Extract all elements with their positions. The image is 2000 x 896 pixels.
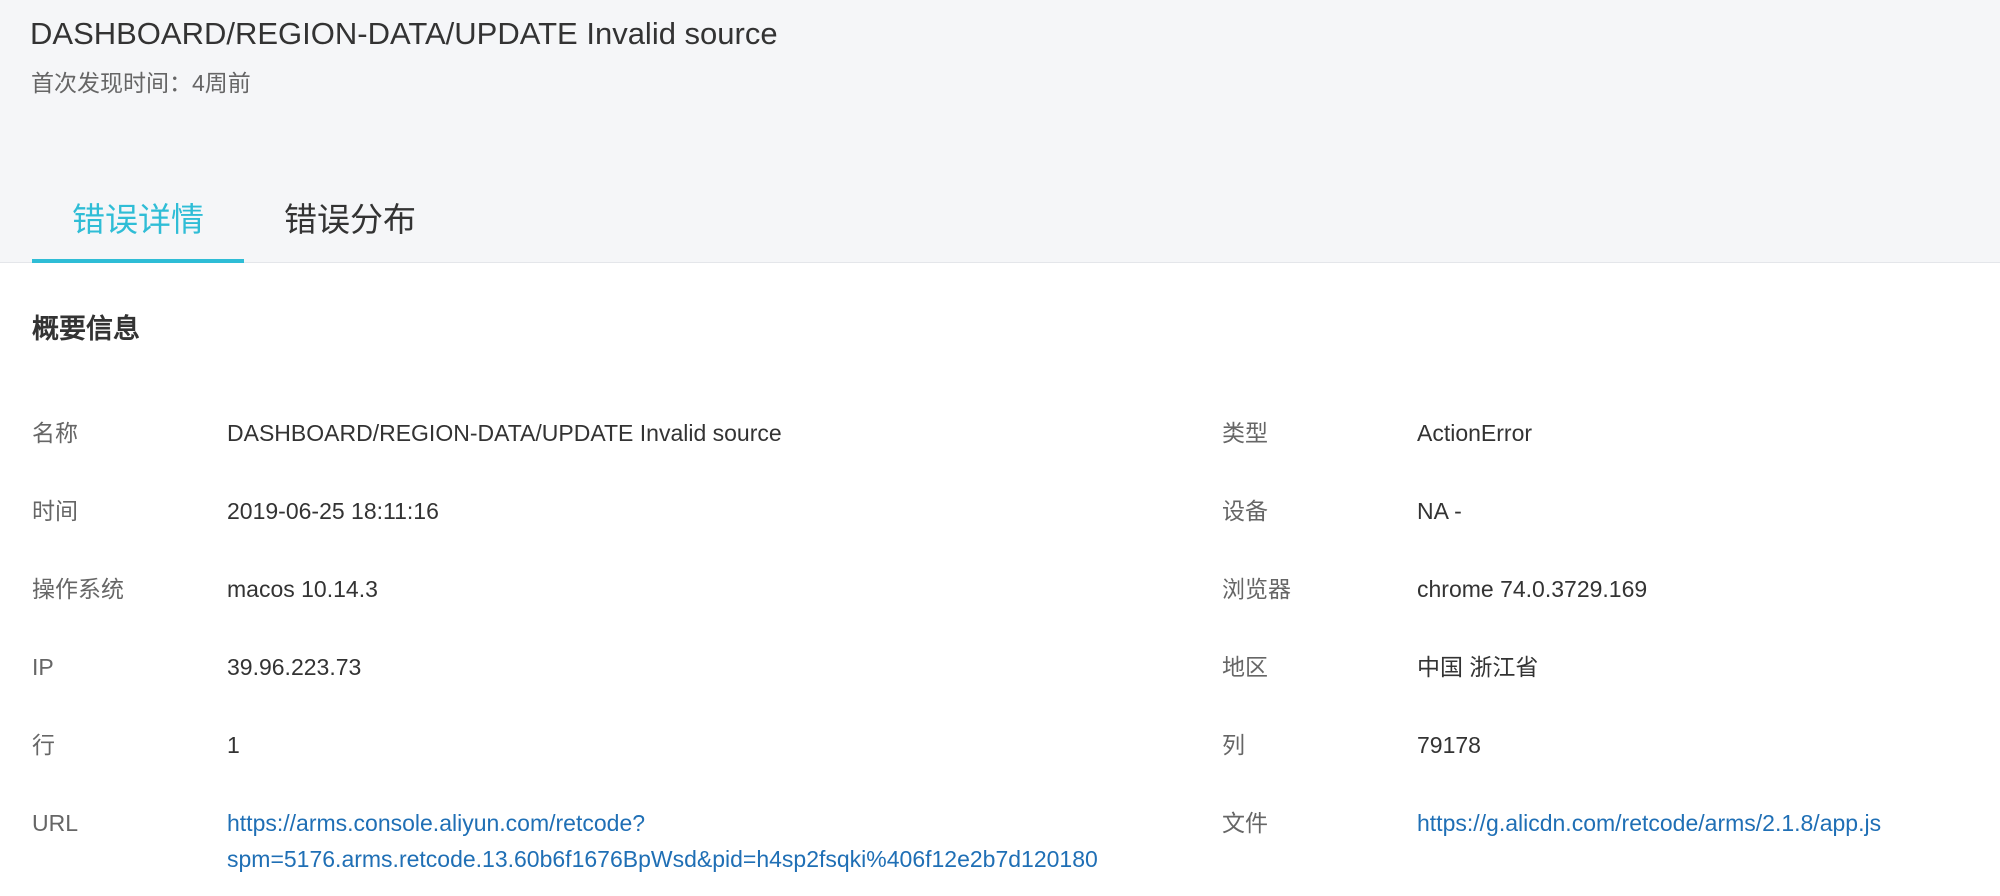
info-row-name: 名称 DASHBOARD/REGION-DATA/UPDATE Invalid … bbox=[0, 415, 2000, 455]
url-line-1: https://arms.console.aliyun.com/retcode? bbox=[227, 810, 646, 836]
label-region: 地区 bbox=[1222, 654, 1268, 680]
url-link[interactable]: https://arms.console.aliyun.com/retcode?… bbox=[227, 805, 1098, 877]
label-type: 类型 bbox=[1222, 420, 1268, 446]
section-title-summary: 概要信息 bbox=[32, 314, 140, 344]
tab-error-details[interactable]: 错误详情 bbox=[32, 185, 244, 263]
tab-error-distribution[interactable]: 错误分布 bbox=[244, 185, 456, 263]
label-line: 行 bbox=[32, 732, 55, 758]
label-time: 时间 bbox=[32, 498, 78, 524]
tab-bar: 错误详情 错误分布 bbox=[32, 185, 456, 263]
label-column: 列 bbox=[1222, 732, 1245, 758]
value-os: macos 10.14.3 bbox=[227, 576, 378, 602]
label-url: URL bbox=[32, 810, 79, 836]
first-seen-time: 首次发现时间：4周前 bbox=[31, 70, 251, 96]
info-row-os: 操作系统 macos 10.14.3 浏览器 chrome 74.0.3729.… bbox=[0, 571, 2000, 611]
label-ip: IP bbox=[32, 654, 54, 680]
page-header: DASHBOARD/REGION-DATA/UPDATE Invalid sou… bbox=[0, 0, 2000, 263]
file-link[interactable]: https://g.alicdn.com/retcode/arms/2.1.8/… bbox=[1417, 805, 1881, 841]
value-browser: chrome 74.0.3729.169 bbox=[1417, 576, 1648, 602]
value-time: 2019-06-25 18:11:16 bbox=[227, 498, 439, 524]
url-line-2: spm=5176.arms.retcode.13.60b6f1676BpWsd&… bbox=[227, 846, 1098, 872]
info-row-ip: IP 39.96.223.73 地区 中国 浙江省 bbox=[0, 649, 2000, 689]
value-column: 79178 bbox=[1417, 732, 1481, 758]
info-row-time: 时间 2019-06-25 18:11:16 设备 NA - bbox=[0, 493, 2000, 533]
label-name: 名称 bbox=[32, 420, 78, 446]
label-device: 设备 bbox=[1222, 498, 1268, 524]
value-type: ActionError bbox=[1417, 420, 1533, 446]
info-row-url: URL https://arms.console.aliyun.com/retc… bbox=[0, 805, 2000, 885]
value-region: 中国 浙江省 bbox=[1417, 654, 1539, 680]
error-title: DASHBOARD/REGION-DATA/UPDATE Invalid sou… bbox=[30, 16, 778, 51]
value-line: 1 bbox=[227, 732, 240, 758]
value-name: DASHBOARD/REGION-DATA/UPDATE Invalid sou… bbox=[227, 420, 782, 446]
label-browser: 浏览器 bbox=[1222, 576, 1291, 602]
value-device: NA - bbox=[1417, 498, 1462, 524]
label-file: 文件 bbox=[1222, 810, 1268, 836]
label-os: 操作系统 bbox=[32, 576, 124, 602]
value-ip: 39.96.223.73 bbox=[227, 654, 362, 680]
info-row-line: 行 1 列 79178 bbox=[0, 727, 2000, 767]
